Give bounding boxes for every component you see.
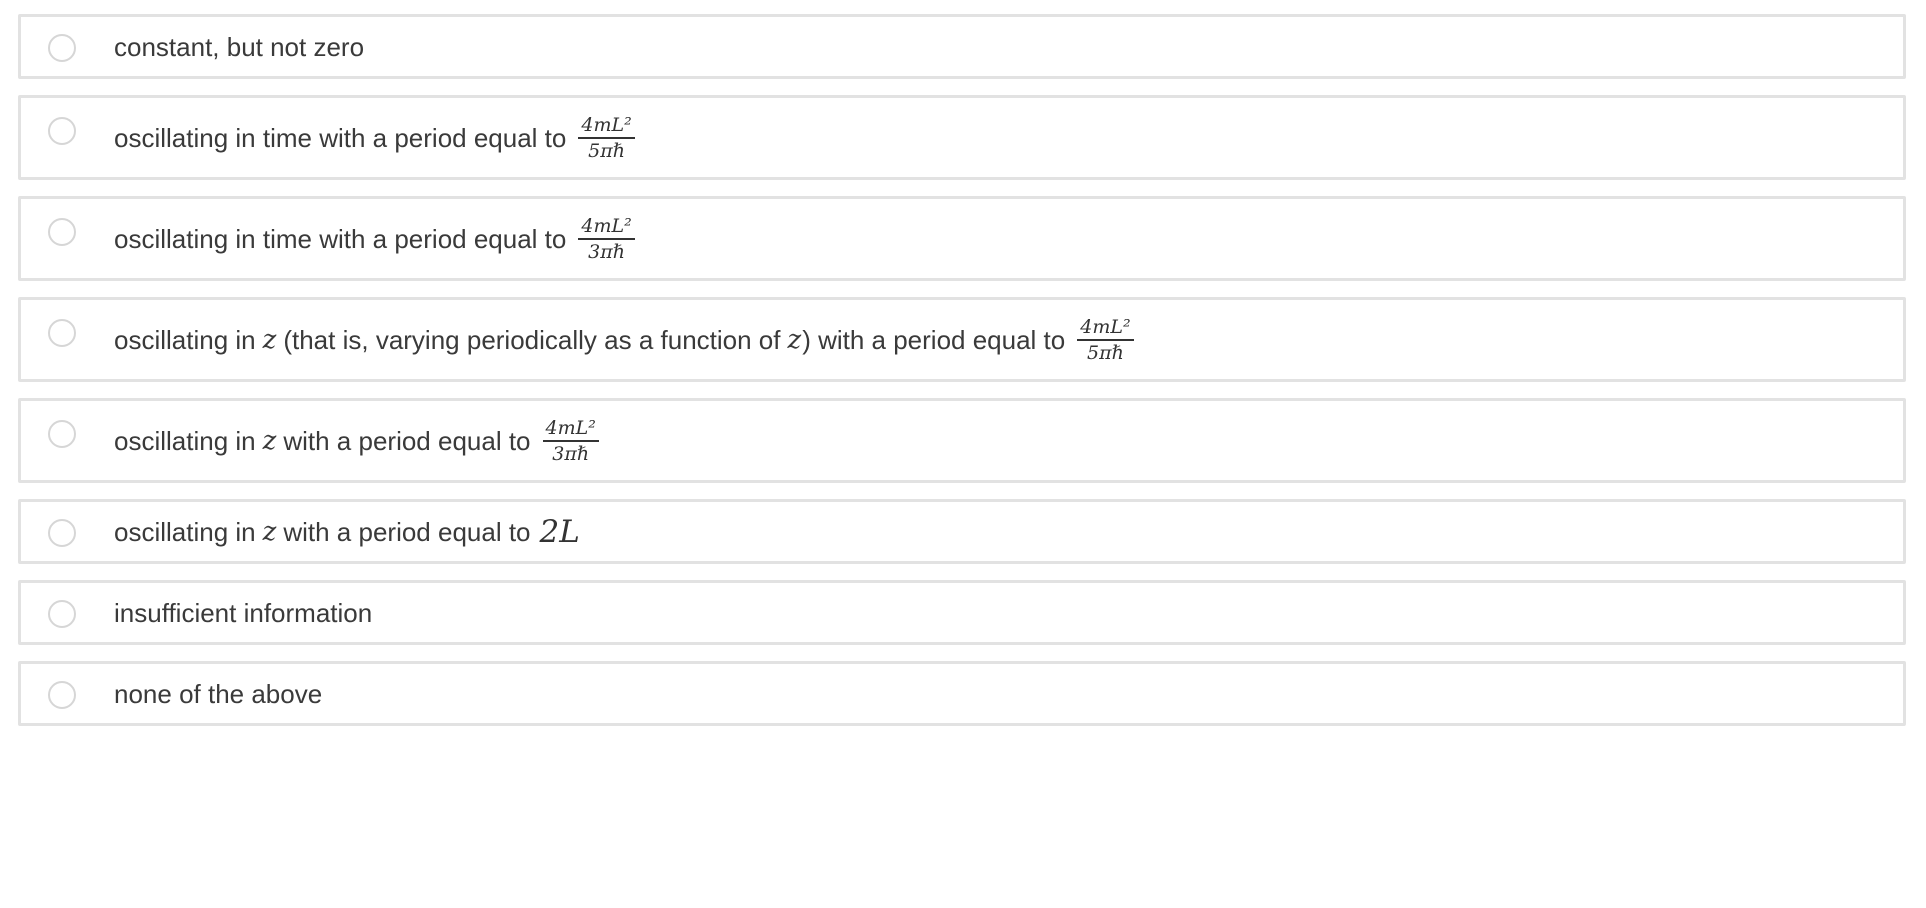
math-variable-z: z — [787, 325, 802, 355]
option-label: oscillating in time with a period equal … — [114, 215, 635, 263]
period-fraction: 4mL² 5πℏ — [578, 114, 635, 162]
option-label: oscillating in z with a period equal to … — [114, 516, 580, 548]
option-text: oscillating in — [114, 426, 256, 456]
radio-button[interactable] — [48, 319, 76, 347]
period-fraction: 4mL² 3πℏ — [542, 417, 599, 465]
fraction-denominator: 5πℏ — [588, 140, 625, 162]
option-none-of-the-above[interactable]: none of the above — [18, 661, 1906, 726]
option-z-period-5pi[interactable]: oscillating in z (that is, varying perio… — [18, 297, 1906, 382]
option-label: insufficient information — [114, 598, 373, 628]
option-text: with a period equal to — [283, 517, 531, 547]
option-text: ) with a period equal to — [802, 325, 1066, 355]
radio-button[interactable] — [48, 218, 76, 246]
fraction-denominator: 3πℏ — [588, 241, 625, 263]
option-label: oscillating in z with a period equal to … — [114, 417, 599, 465]
period-fraction: 4mL² 5πℏ — [1077, 316, 1134, 364]
option-text: oscillating in time with a period equal … — [114, 123, 567, 153]
fraction-denominator: 5πℏ — [1087, 342, 1124, 364]
option-text: (that is, varying periodically as a func… — [283, 325, 781, 355]
radio-button[interactable] — [48, 34, 76, 62]
option-label: constant, but not zero — [114, 32, 365, 62]
option-text: oscillating in — [114, 517, 256, 547]
radio-button[interactable] — [48, 600, 76, 628]
period-fraction: 4mL² 3πℏ — [578, 215, 635, 263]
option-time-period-3pi[interactable]: oscillating in time with a period equal … — [18, 196, 1906, 281]
math-variable-z: z — [262, 426, 277, 456]
radio-button[interactable] — [48, 420, 76, 448]
fraction-numerator: 4mL² — [578, 215, 635, 240]
fraction-denominator: 3πℏ — [552, 443, 590, 465]
math-expression-2l: 2L — [539, 514, 580, 550]
fraction-numerator: 4mL² — [1077, 316, 1134, 341]
option-insufficient-information[interactable]: insufficient information — [18, 580, 1906, 645]
option-text: oscillating in — [114, 325, 256, 355]
radio-button[interactable] — [48, 117, 76, 145]
option-time-period-5pi[interactable]: oscillating in time with a period equal … — [18, 95, 1906, 180]
answer-options-list: constant, but not zero oscillating in ti… — [0, 0, 1926, 908]
option-label: none of the above — [114, 679, 323, 709]
option-text: with a period equal to — [283, 426, 531, 456]
math-variable-z: z — [262, 517, 277, 547]
option-text: oscillating in time with a period equal … — [114, 224, 567, 254]
option-constant-not-zero[interactable]: constant, but not zero — [18, 14, 1906, 79]
option-label: oscillating in z (that is, varying perio… — [114, 316, 1134, 364]
math-variable-z: z — [262, 325, 277, 355]
option-label: oscillating in time with a period equal … — [114, 114, 635, 162]
fraction-numerator: 4mL² — [578, 114, 635, 139]
option-z-period-3pi[interactable]: oscillating in z with a period equal to … — [18, 398, 1906, 483]
option-z-period-2l[interactable]: oscillating in z with a period equal to … — [18, 499, 1906, 564]
radio-button[interactable] — [48, 519, 76, 547]
fraction-numerator: 4mL² — [542, 417, 599, 442]
radio-button[interactable] — [48, 681, 76, 709]
